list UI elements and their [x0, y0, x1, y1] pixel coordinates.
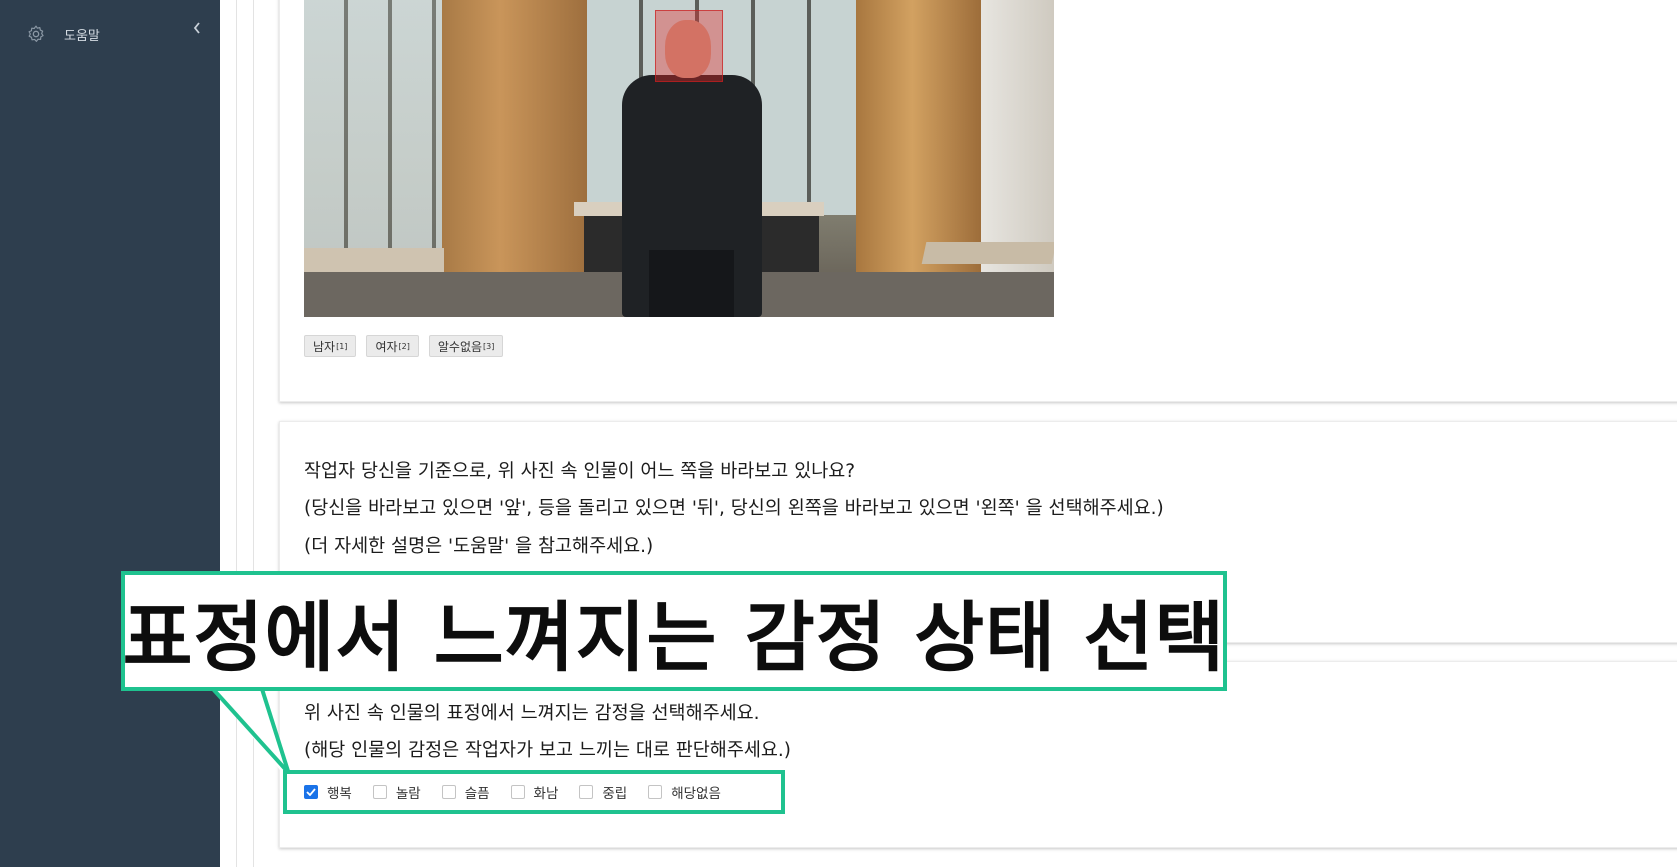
- divider: [253, 0, 254, 867]
- sidebar: 도움말: [0, 0, 220, 867]
- option-female-button[interactable]: 여자 [2]: [366, 335, 419, 357]
- option-label: 남자: [313, 339, 336, 354]
- question-hint: (당신을 바라보고 있으면 '앞', 등을 돌리고 있으면 '뒤', 당신의 왼…: [304, 498, 1164, 519]
- option-shortcut: [1]: [336, 341, 348, 351]
- sidebar-item-label: 도움말: [64, 28, 100, 44]
- face-bounding-box: [655, 10, 723, 82]
- gender-options: 남자 [1] 여자 [2] 알수없음 [3]: [304, 335, 504, 357]
- question-hint: (더 자세한 설명은 '도움말' 을 참고해주세요.): [304, 536, 654, 557]
- question-text: 작업자 당신을 기준으로, 위 사진 속 인물이 어느 쪽을 바라보고 있나요?: [304, 461, 856, 482]
- option-male-button[interactable]: 남자 [1]: [304, 335, 357, 357]
- option-label: 알수없음: [437, 339, 483, 354]
- option-unknown-button[interactable]: 알수없음 [3]: [428, 335, 504, 357]
- question-hint: (해당 인물의 감정은 작업자가 보고 느끼는 대로 판단해주세요.): [304, 740, 791, 761]
- gear-icon: [28, 25, 44, 42]
- callout-text: 표정에서 느껴지는 감정 상태 선택: [122, 593, 1226, 682]
- annotation-highlight: [283, 770, 785, 814]
- question-text: 위 사진 속 인물의 표정에서 느껴지는 감정을 선택해주세요.: [304, 703, 760, 724]
- divider: [236, 0, 237, 867]
- option-shortcut: [3]: [483, 341, 495, 351]
- annotation-callout: 표정에서 느껴지는 감정 상태 선택: [121, 571, 1227, 691]
- chevron-left-icon[interactable]: [190, 21, 204, 39]
- option-label: 여자: [375, 339, 398, 354]
- option-shortcut: [2]: [398, 341, 410, 351]
- subject-photo: [304, 0, 1054, 317]
- sidebar-item-help[interactable]: 도움말: [26, 22, 206, 46]
